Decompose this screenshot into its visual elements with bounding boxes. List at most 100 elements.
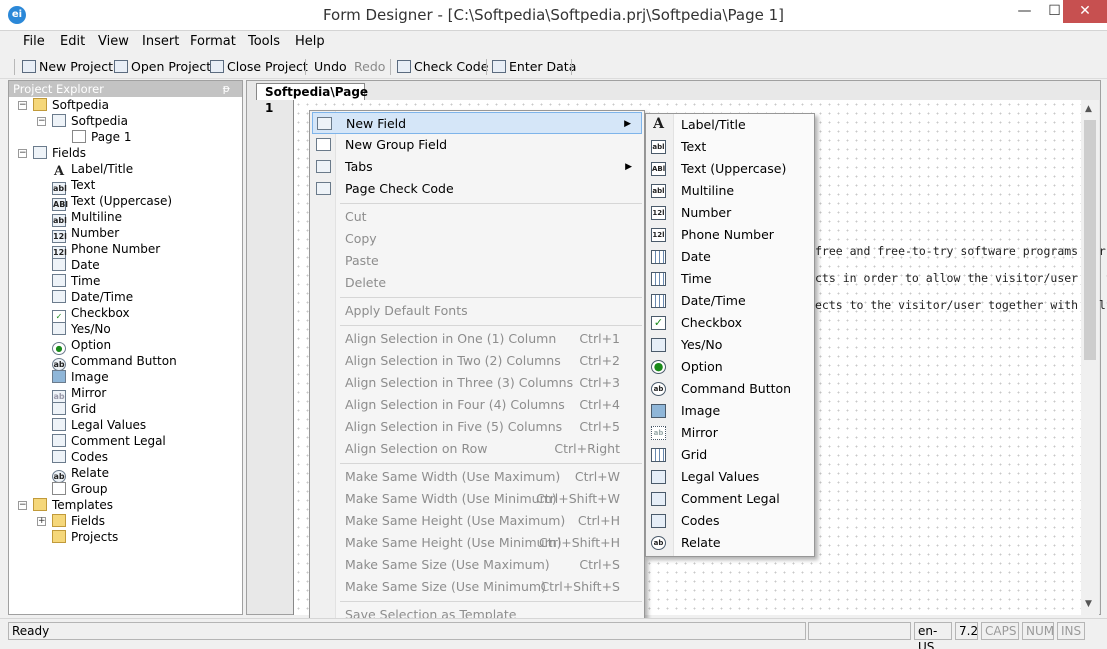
submenu-item-mirror[interactable]: ab Mirror [648, 422, 812, 444]
tree-item-yes-no[interactable]: Yes/No [52, 321, 111, 337]
submenu-item-command-button[interactable]: ab Command Button [648, 378, 812, 400]
menu-item-same-height-max[interactable]: Make Same Height (Use Maximum) Ctrl+H [312, 510, 642, 532]
menu-item-align-five-columns[interactable]: Align Selection in Five (5) Columns Ctrl+… [312, 416, 642, 438]
pin-icon[interactable]: ᵽ [223, 81, 230, 97]
menu-help[interactable]: Help [295, 34, 325, 49]
expander-minus-icon[interactable]: − [18, 149, 27, 158]
tree-item-template-fields[interactable]: Fields [52, 513, 105, 529]
tree-item-codes[interactable]: Codes [52, 449, 108, 465]
open-project-button[interactable]: Open Project [114, 58, 211, 76]
expander-minus-icon[interactable]: − [18, 501, 27, 510]
menu-item-new-group-field[interactable]: New Group Field [312, 134, 642, 156]
page-text-line[interactable]: free and free-to-try software programs f… [815, 244, 1107, 258]
tree-item-softpedia-root[interactable]: Softpedia [33, 97, 109, 113]
menu-file[interactable]: File [23, 34, 45, 49]
menu-item-delete[interactable]: Delete [312, 272, 642, 294]
menu-item-new-field[interactable]: New Field ▶ [312, 112, 642, 134]
tree-item-template-projects[interactable]: Projects [52, 529, 118, 545]
menu-item-apply-default-fonts[interactable]: Apply Default Fonts [312, 300, 642, 322]
close-button[interactable]: ✕ [1063, 0, 1107, 23]
redo-button[interactable]: Redo [354, 58, 385, 76]
submenu-item-text[interactable]: abl Text [648, 136, 812, 158]
tree-item-time[interactable]: Time [52, 273, 100, 289]
submenu-item-date-time[interactable]: Date/Time [648, 290, 812, 312]
scroll-down-icon[interactable]: ▼ [1085, 599, 1092, 609]
vertical-scrollbar[interactable]: ▲ ▼ [1081, 100, 1099, 615]
submenu-item-label-title[interactable]: A Label/Title [648, 114, 812, 136]
tree-item-number[interactable]: 12l Number [52, 225, 119, 243]
submenu-item-text-uppercase[interactable]: ABl Text (Uppercase) [648, 158, 812, 180]
tree-item-text[interactable]: abl Text [52, 177, 95, 195]
submenu-item-number[interactable]: 12l Number [648, 202, 812, 224]
tree-item-softpedia-project[interactable]: Softpedia [52, 113, 128, 129]
minimize-button[interactable]: — [1010, 0, 1039, 23]
tree-item-group[interactable]: Group [52, 481, 108, 497]
tree-item-checkbox[interactable]: ✓ Checkbox [52, 305, 130, 323]
submenu-item-time[interactable]: Time [648, 268, 812, 290]
new-project-button[interactable]: New Project [22, 58, 113, 76]
submenu-item-codes[interactable]: Codes [648, 510, 812, 532]
expander-minus-icon[interactable]: − [18, 101, 27, 110]
menu-item-align-two-columns[interactable]: Align Selection in Two (2) Columns Ctrl+2 [312, 350, 642, 372]
tree-item-page-1[interactable]: Page 1 [72, 129, 132, 145]
submenu-item-date[interactable]: Date [648, 246, 812, 268]
tree-item-text-uppercase[interactable]: ABl Text (Uppercase) [52, 193, 172, 211]
tree-item-mirror[interactable]: ab Mirror [52, 385, 106, 403]
tree-item-relate[interactable]: ab Relate [52, 465, 109, 483]
menu-item-align-one-column[interactable]: Align Selection in One (1) Column Ctrl+1 [312, 328, 642, 350]
submenu-item-yes-no[interactable]: Yes/No [648, 334, 812, 356]
tree-item-multiline[interactable]: abl Multiline [52, 209, 122, 227]
menu-item-align-on-row[interactable]: Align Selection on Row Ctrl+Right [312, 438, 642, 460]
submenu-item-phone-number[interactable]: 12l Phone Number [648, 224, 812, 246]
menu-item-page-check-code[interactable]: Page Check Code [312, 178, 642, 200]
scroll-up-icon[interactable]: ▲ [1085, 104, 1092, 114]
submenu-item-multiline[interactable]: abl Multiline [648, 180, 812, 202]
check-code-button[interactable]: Check Code [397, 58, 488, 76]
tree-item-date-time[interactable]: Date/Time [52, 289, 133, 305]
menu-item-same-width-max[interactable]: Make Same Width (Use Maximum) Ctrl+W [312, 466, 642, 488]
expander-plus-icon[interactable]: + [37, 517, 46, 526]
tree-item-command-button[interactable]: ab Command Button [52, 353, 177, 371]
tree-item-fields[interactable]: Fields [33, 145, 86, 161]
tree-item-legal-values[interactable]: Legal Values [52, 417, 146, 433]
menu-tools[interactable]: Tools [248, 34, 280, 49]
tree-item-templates[interactable]: Templates [33, 497, 113, 513]
menu-insert[interactable]: Insert [142, 34, 179, 49]
enter-data-button[interactable]: Enter Data [492, 58, 576, 76]
tree-item-label-title[interactable]: A Label/Title [52, 161, 133, 178]
close-project-button[interactable]: Close Project [210, 58, 308, 76]
document-tab[interactable]: Softpedia\Page 1 [256, 83, 368, 115]
tree-item-grid[interactable]: Grid [52, 401, 96, 417]
submenu-item-relate[interactable]: ab Relate [648, 532, 812, 554]
tree-item-image[interactable]: Image [52, 369, 109, 385]
menu-item-cut[interactable]: Cut [312, 206, 642, 228]
page-text-line[interactable]: ects to the visitor/user together with s… [815, 298, 1107, 312]
tree-item-comment-legal[interactable]: Comment Legal [52, 433, 166, 449]
menu-item-same-width-min[interactable]: Make Same Width (Use Minimum) Ctrl+Shift+… [312, 488, 642, 510]
page-text-line[interactable]: cts in order to allow the visitor/user t… [815, 271, 1107, 285]
menu-item-same-size-min[interactable]: Make Same Size (Use Minimum) Ctrl+Shift+S [312, 576, 642, 598]
toolbar-grip [14, 59, 15, 75]
menu-item-same-size-max[interactable]: Make Same Size (Use Maximum) Ctrl+S [312, 554, 642, 576]
menu-format[interactable]: Format [190, 34, 236, 49]
menu-item-copy[interactable]: Copy [312, 228, 642, 250]
expander-minus-icon[interactable]: − [37, 117, 46, 126]
submenu-item-comment-legal[interactable]: Comment Legal [648, 488, 812, 510]
undo-button[interactable]: Undo [314, 58, 347, 76]
menu-item-align-four-columns[interactable]: Align Selection in Four (4) Columns Ctrl+… [312, 394, 642, 416]
submenu-item-grid[interactable]: Grid [648, 444, 812, 466]
tree-item-phone-number[interactable]: 12l Phone Number [52, 241, 160, 259]
menu-item-paste[interactable]: Paste [312, 250, 642, 272]
menu-item-align-three-columns[interactable]: Align Selection in Three (3) Columns Ctrl… [312, 372, 642, 394]
submenu-item-legal-values[interactable]: Legal Values [648, 466, 812, 488]
tree-item-option[interactable]: ● Option [52, 337, 111, 355]
menu-item-same-height-min[interactable]: Make Same Height (Use Minimum) Ctrl+Shift… [312, 532, 642, 554]
submenu-item-option[interactable]: ● Option [648, 356, 812, 378]
menu-edit[interactable]: Edit [60, 34, 85, 49]
submenu-item-image[interactable]: Image [648, 400, 812, 422]
tree-item-date[interactable]: Date [52, 257, 100, 273]
submenu-item-checkbox[interactable]: ✓ Checkbox [648, 312, 812, 334]
menu-view[interactable]: View [98, 34, 129, 49]
menu-item-tabs[interactable]: Tabs ▶ [312, 156, 642, 178]
scrollbar-thumb[interactable] [1084, 120, 1096, 360]
